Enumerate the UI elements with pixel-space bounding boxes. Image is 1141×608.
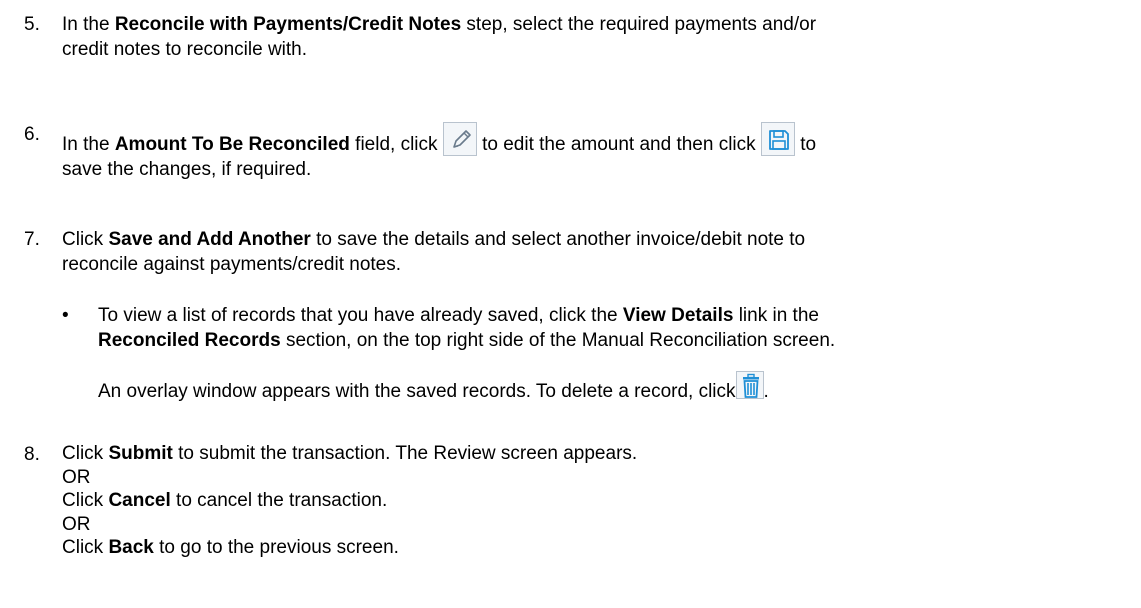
text-run: link in the — [733, 305, 819, 326]
step-text: In the Reconcile with Payments/Credit No… — [62, 12, 1102, 62]
trash-delete-icon — [735, 371, 764, 399]
text-run: An overlay window appears with the saved… — [98, 381, 736, 402]
or-separator: OR — [62, 466, 91, 488]
ui-term: Submit — [108, 443, 173, 464]
ui-term: Save and Add Another — [108, 229, 311, 250]
step-number: 8. — [24, 444, 40, 465]
text-run: to go to the previous screen. — [153, 537, 399, 558]
document-page: 5. In the Reconcile with Payments/Credit… — [0, 0, 1141, 608]
step-number: 6. — [24, 124, 40, 145]
text-run: step, select the required payments and/o… — [461, 14, 817, 35]
step-text: Click Submit to submit the transaction. … — [62, 442, 1102, 560]
bullet-text: To view a list of records that you have … — [98, 303, 1138, 353]
text-run: to cancel the transaction. — [170, 490, 388, 511]
overlay-text: An overlay window appears with the saved… — [98, 371, 1138, 404]
step-number: 7. — [24, 229, 40, 250]
text-run: In the — [62, 134, 115, 155]
text-run: Click — [62, 229, 109, 250]
step-text: In the Amount To Be Reconciled field, cl… — [62, 122, 1102, 182]
text-run: to — [794, 134, 817, 155]
text-line: credit notes to reconcile with. — [62, 39, 308, 60]
text-run: Click — [62, 537, 109, 558]
bullet-symbol: • — [62, 305, 69, 326]
text-run: Click — [62, 443, 109, 464]
text-run: To view a list of records that you have … — [98, 305, 623, 326]
step-text: Click Save and Add Another to save the d… — [62, 227, 1102, 277]
or-separator: OR — [62, 513, 91, 535]
ui-term: Reconciled Records — [98, 330, 281, 351]
ui-term: Cancel — [108, 490, 171, 511]
ui-term: Back — [108, 537, 154, 558]
pencil-edit-icon — [442, 122, 477, 156]
text-run: In the — [62, 14, 115, 35]
text-run: to save the details and select another i… — [310, 229, 806, 250]
text-run: to submit the transaction. The Review sc… — [172, 443, 638, 464]
ui-term: Reconcile with Payments/Credit Notes — [114, 14, 462, 35]
floppy-save-icon — [760, 122, 795, 156]
step-number: 5. — [24, 14, 40, 35]
text-line: save the changes, if required. — [62, 159, 312, 180]
text-run: to edit the amount and then click — [476, 134, 761, 155]
ui-term: Amount To Be Reconciled — [114, 134, 350, 155]
ui-term: View Details — [622, 305, 734, 326]
text-line: reconcile against payments/credit notes. — [62, 254, 402, 275]
text-run: Click — [62, 490, 109, 511]
text-run: field, click — [349, 134, 443, 155]
text-run: section, on the top right side of the Ma… — [280, 330, 836, 351]
